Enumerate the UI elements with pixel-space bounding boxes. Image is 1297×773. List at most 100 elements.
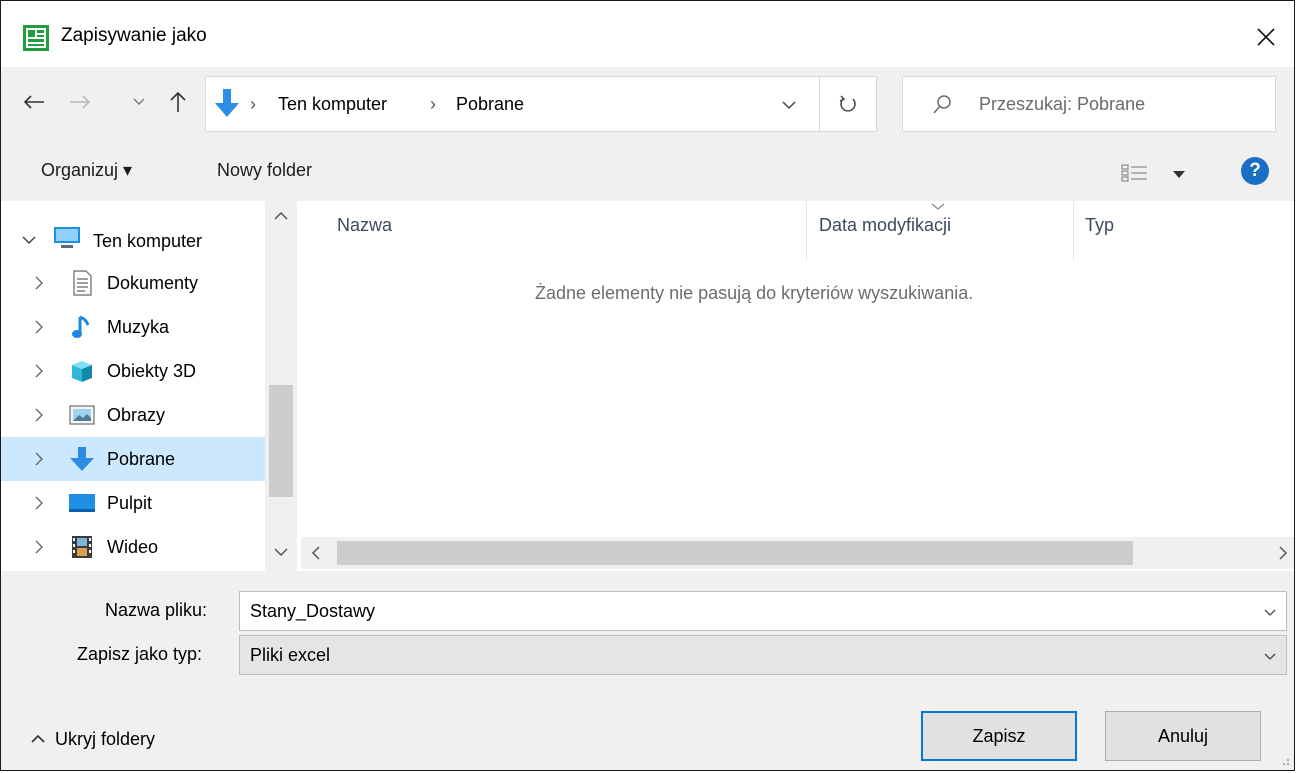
recent-locations-button[interactable] bbox=[129, 85, 149, 119]
dialog-title: Zapisywanie jako bbox=[61, 25, 207, 46]
tree-label: Obrazy bbox=[107, 405, 166, 425]
pictures-icon bbox=[69, 405, 95, 425]
tree-item-obiekty-3d[interactable]: Obiekty 3D bbox=[1, 349, 265, 393]
chevron-up-icon bbox=[31, 734, 45, 743]
filename-label: Nazwa pliku: bbox=[105, 600, 208, 620]
tree-item-ten-komputer[interactable]: Ten komputer bbox=[1, 215, 265, 259]
refresh-button[interactable] bbox=[819, 76, 877, 132]
chevron-right-icon[interactable] bbox=[31, 449, 47, 469]
help-icon: ? bbox=[1249, 160, 1261, 181]
view-options-button[interactable] bbox=[1121, 163, 1191, 185]
title-bar: Zapisywanie jako bbox=[1, 1, 1294, 67]
chevron-down-icon[interactable] bbox=[1260, 602, 1280, 622]
hide-folders-label: Ukryj foldery bbox=[55, 729, 156, 749]
chevron-down-icon bbox=[133, 98, 145, 105]
close-icon bbox=[1257, 28, 1275, 46]
tree-label: Obiekty 3D bbox=[107, 361, 197, 381]
desktop-icon bbox=[69, 494, 95, 512]
filetype-value: Pliki excel bbox=[250, 645, 331, 665]
music-note-icon bbox=[72, 315, 90, 338]
file-list: Nazwa Data modyfikacji Typ Żadne element… bbox=[301, 201, 1294, 571]
save-options-panel: Nazwa pliku: Stany_Dostawy Zapisz jako t… bbox=[1, 571, 1294, 770]
scroll-down-icon[interactable] bbox=[274, 547, 288, 557]
navigation-tree: Ten komputer Dokumenty Muzyka Obiekty 3D… bbox=[1, 201, 265, 571]
search-placeholder: Przeszukaj: Pobrane bbox=[979, 94, 1146, 114]
chevron-down-icon[interactable] bbox=[782, 101, 796, 110]
filetype-select[interactable]: Pliki excel bbox=[239, 635, 1287, 675]
chevron-down-icon[interactable] bbox=[21, 231, 37, 251]
app-icon bbox=[23, 25, 49, 51]
breadcrumb-pobrane[interactable]: Pobrane bbox=[456, 94, 524, 115]
column-header-data-modyfikacji[interactable]: Data modyfikacji bbox=[819, 215, 951, 236]
filename-value[interactable]: Stany_Dostawy bbox=[250, 601, 375, 622]
chevron-down-icon[interactable] bbox=[1260, 646, 1280, 666]
scroll-left-icon[interactable] bbox=[311, 546, 321, 560]
forward-button[interactable] bbox=[65, 85, 95, 119]
empty-message: Żadne elementy nie pasują do kryteriów w… bbox=[535, 283, 974, 303]
cube-3d-icon bbox=[72, 361, 92, 382]
download-arrow-icon bbox=[215, 89, 239, 117]
chevron-right-icon[interactable] bbox=[31, 537, 47, 557]
chevron-right-icon[interactable] bbox=[31, 405, 47, 425]
cancel-button-label: Anuluj bbox=[1157, 725, 1209, 746]
file-list-hscrollbar[interactable] bbox=[301, 537, 1294, 569]
command-toolbar: Organizuj ▾ Nowy folder ? bbox=[1, 143, 1294, 202]
scroll-up-icon[interactable] bbox=[274, 211, 288, 221]
filename-input[interactable]: Stany_Dostawy bbox=[239, 591, 1287, 631]
breadcrumb-separator: › bbox=[250, 94, 256, 114]
tree-item-obrazy[interactable]: Obrazy bbox=[1, 393, 265, 437]
breadcrumb-ten-komputer[interactable]: Ten komputer bbox=[278, 94, 387, 115]
filetype-label: Zapisz jako typ: bbox=[77, 644, 203, 664]
chevron-right-icon[interactable] bbox=[31, 361, 47, 381]
tree-item-dokumenty[interactable]: Dokumenty bbox=[1, 261, 265, 305]
column-divider[interactable] bbox=[806, 201, 807, 261]
tree-scrollbar[interactable] bbox=[265, 201, 297, 571]
up-button[interactable] bbox=[163, 85, 193, 119]
back-button[interactable] bbox=[19, 85, 49, 119]
scrollbar-thumb[interactable] bbox=[337, 541, 1133, 565]
computer-icon bbox=[54, 227, 80, 248]
new-folder-button[interactable]: Nowy folder bbox=[217, 160, 312, 181]
arrow-up-icon bbox=[170, 91, 186, 112]
chevron-right-icon[interactable] bbox=[31, 273, 47, 293]
navigation-bar: › Ten komputer › Pobrane Przeszukaj: Pob… bbox=[1, 67, 1294, 143]
save-button-label: Zapisz bbox=[972, 725, 1026, 746]
tree-item-muzyka[interactable]: Muzyka bbox=[1, 305, 265, 349]
tree-label: Dokumenty bbox=[107, 273, 199, 293]
tree-label: Ten komputer bbox=[93, 231, 203, 251]
arrow-right-icon bbox=[70, 95, 91, 109]
tree-label: Muzyka bbox=[107, 317, 170, 337]
address-bar[interactable]: › Ten komputer › Pobrane bbox=[205, 76, 820, 132]
tree-label: Wideo bbox=[107, 537, 159, 557]
tree-label: Pulpit bbox=[107, 493, 153, 513]
caret-down-icon bbox=[1173, 171, 1185, 178]
search-icon bbox=[933, 95, 951, 114]
video-icon bbox=[72, 536, 92, 558]
column-divider[interactable] bbox=[1073, 201, 1074, 261]
scroll-right-icon[interactable] bbox=[1278, 546, 1288, 560]
chevron-right-icon[interactable] bbox=[31, 317, 47, 337]
save-as-dialog: Zapisywanie jako › Ten komputer › Pobran… bbox=[0, 0, 1295, 771]
download-arrow-icon bbox=[70, 447, 94, 471]
close-button[interactable] bbox=[1238, 11, 1294, 63]
chevron-right-icon[interactable] bbox=[31, 493, 47, 513]
content-area: Ten komputer Dokumenty Muzyka Obiekty 3D… bbox=[1, 201, 1294, 571]
tree-label: Pobrane bbox=[107, 449, 176, 469]
tree-item-wideo[interactable]: Wideo bbox=[1, 525, 265, 569]
tree-item-pulpit[interactable]: Pulpit bbox=[1, 481, 265, 525]
resize-grip-icon[interactable] bbox=[1278, 754, 1290, 766]
save-button[interactable]: Zapisz bbox=[921, 711, 1077, 761]
view-details-icon bbox=[1121, 164, 1147, 182]
breadcrumb-separator: › bbox=[430, 94, 436, 114]
column-header-typ[interactable]: Typ bbox=[1085, 215, 1114, 236]
cancel-button[interactable]: Anuluj bbox=[1105, 711, 1261, 761]
refresh-icon bbox=[839, 95, 856, 112]
organize-menu[interactable]: Organizuj ▾ bbox=[41, 160, 132, 181]
scrollbar-thumb[interactable] bbox=[269, 385, 293, 497]
help-button[interactable]: ? bbox=[1241, 157, 1269, 185]
column-header-nazwa[interactable]: Nazwa bbox=[337, 215, 392, 236]
arrow-left-icon bbox=[23, 95, 44, 109]
search-box[interactable]: Przeszukaj: Pobrane bbox=[902, 76, 1276, 132]
sort-chevron-icon bbox=[931, 203, 945, 210]
tree-item-pobrane[interactable]: Pobrane bbox=[1, 437, 265, 481]
